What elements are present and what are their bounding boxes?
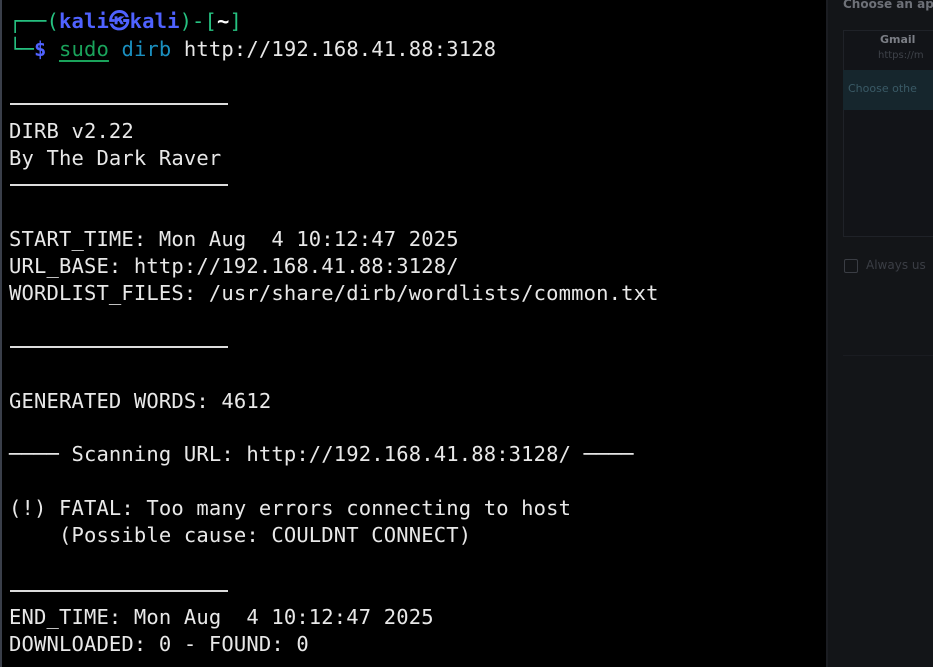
- prompt-line-1: ┌──(kali㉿kali)-[~]: [9, 8, 242, 35]
- gmail-app-url: https://m: [878, 50, 924, 61]
- always-use-checkbox[interactable]: [844, 259, 858, 273]
- separator-rule: [10, 184, 228, 186]
- prompt-host: kali: [129, 9, 180, 33]
- scanning-url-line: ──── Scanning URL: http://192.168.41.88:…: [9, 442, 634, 466]
- possible-cause-line: (Possible cause: COULDNT CONNECT): [9, 523, 472, 547]
- app-list-panel: [843, 30, 933, 237]
- always-use-label: Always us: [866, 258, 926, 272]
- command-url-argument: http://192.168.41.88:3128: [183, 37, 497, 61]
- background-app-chooser-window: Choose an ap Gmail https://m Choose othe…: [826, 0, 933, 667]
- end-time-line: END_TIME: Mon Aug 4 10:12:47 2025: [9, 605, 434, 629]
- url-base-line: URL_BASE: http://192.168.41.88:3128/: [9, 254, 459, 278]
- separator-rule: [10, 590, 228, 592]
- window-divider: [843, 355, 933, 356]
- prompt-cwd: ~: [217, 9, 230, 33]
- prompt-corner: └─: [9, 37, 34, 61]
- gmail-app-label[interactable]: Gmail: [880, 33, 915, 46]
- dirb-version: DIRB v2.22: [9, 119, 134, 143]
- command-dirb: dirb: [121, 37, 172, 61]
- prompt-open-frame: ┌──(: [9, 9, 59, 33]
- start-time-line: START_TIME: Mon Aug 4 10:12:47 2025: [9, 227, 459, 251]
- chooser-title: Choose an ap: [843, 0, 933, 11]
- prompt-dollar: $: [33, 37, 47, 61]
- terminal-window[interactable]: ┌──(kali㉿kali)-[~] └─$ sudo dirb http://…: [0, 0, 826, 667]
- kali-at-icon: ㉿: [108, 9, 130, 33]
- prompt-line-2: └─$ sudo dirb http://192.168.41.88:3128: [9, 36, 496, 63]
- choose-other-label[interactable]: Choose othe: [848, 82, 917, 95]
- downloaded-found-line: DOWNLOADED: 0 - FOUND: 0: [9, 632, 309, 656]
- window-edge: [826, 0, 828, 667]
- wordlist-line: WORDLIST_FILES: /usr/share/dirb/wordlist…: [9, 281, 659, 305]
- fatal-error-line: (!) FATAL: Too many errors connecting to…: [9, 496, 572, 520]
- command-sudo: sudo: [58, 37, 109, 61]
- prompt-mid-frame: )-[: [179, 9, 218, 33]
- separator-rule: [10, 346, 228, 348]
- prompt-close-frame: ]: [229, 9, 243, 33]
- prompt-user: kali: [58, 9, 109, 33]
- dirb-author: By The Dark Raver: [9, 146, 222, 170]
- generated-words-line: GENERATED WORDS: 4612: [9, 389, 272, 413]
- separator-rule: [10, 103, 228, 105]
